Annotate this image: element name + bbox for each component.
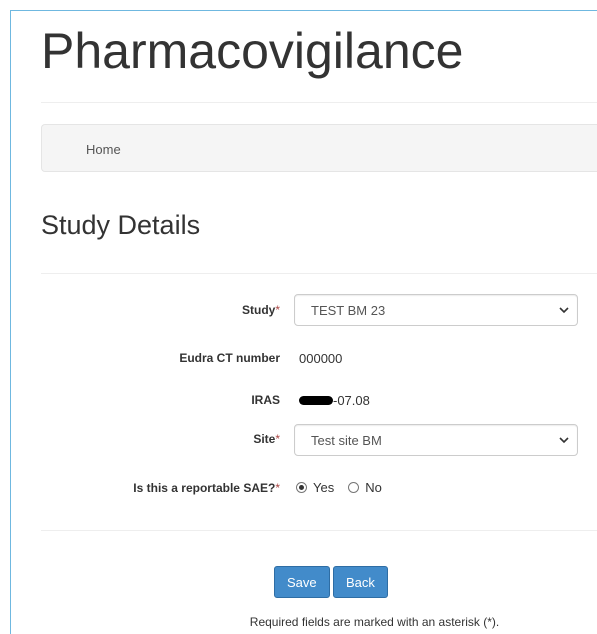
reportable-label: Is this a reportable SAE?* [133,481,280,495]
reportable-no-radio[interactable] [348,482,360,493]
reportable-yes-radio[interactable] [296,482,307,493]
required-asterisk: * [275,432,280,446]
reportable-radio-group: Yes No [294,480,382,495]
section-divider [41,273,597,274]
study-select-value: TEST BM 23 [311,303,386,318]
site-select-value: Test site BM [311,433,382,448]
study-label: Study* [242,303,280,317]
form-divider [41,530,597,531]
frame-border-top [10,10,597,11]
back-button[interactable]: Back [333,566,388,598]
required-asterisk: * [275,303,280,317]
page-title: Pharmacovigilance [41,23,464,79]
frame-border-left [10,10,11,634]
reportable-label-text: Is this a reportable SAE? [133,481,276,495]
site-label: Site* [253,432,280,446]
reportable-no-label[interactable]: No [365,480,382,495]
iras-value: -07.08 [333,393,370,408]
eudra-value: 000000 [299,351,343,366]
chevron-down-icon [559,437,569,444]
eudra-label: Eudra CT number [179,351,280,365]
section-title: Study Details [41,210,201,240]
breadcrumb: Home [41,124,597,172]
reportable-yes-label[interactable]: Yes [313,480,334,495]
breadcrumb-home-link[interactable]: Home [86,142,121,157]
redaction-mark [299,396,333,406]
required-fields-note: Required fields are marked with an aster… [249,615,500,629]
iras-value-wrapper: -07.08 [299,393,370,408]
site-select[interactable]: Test site BM [294,424,578,456]
chevron-down-icon [559,307,569,314]
study-select[interactable]: TEST BM 23 [294,294,578,326]
required-asterisk: * [275,481,280,495]
iras-label: IRAS [251,393,280,407]
header-divider [41,102,597,103]
save-button[interactable]: Save [274,566,330,598]
study-label-text: Study [241,303,276,317]
site-label-text: Site [253,432,276,446]
